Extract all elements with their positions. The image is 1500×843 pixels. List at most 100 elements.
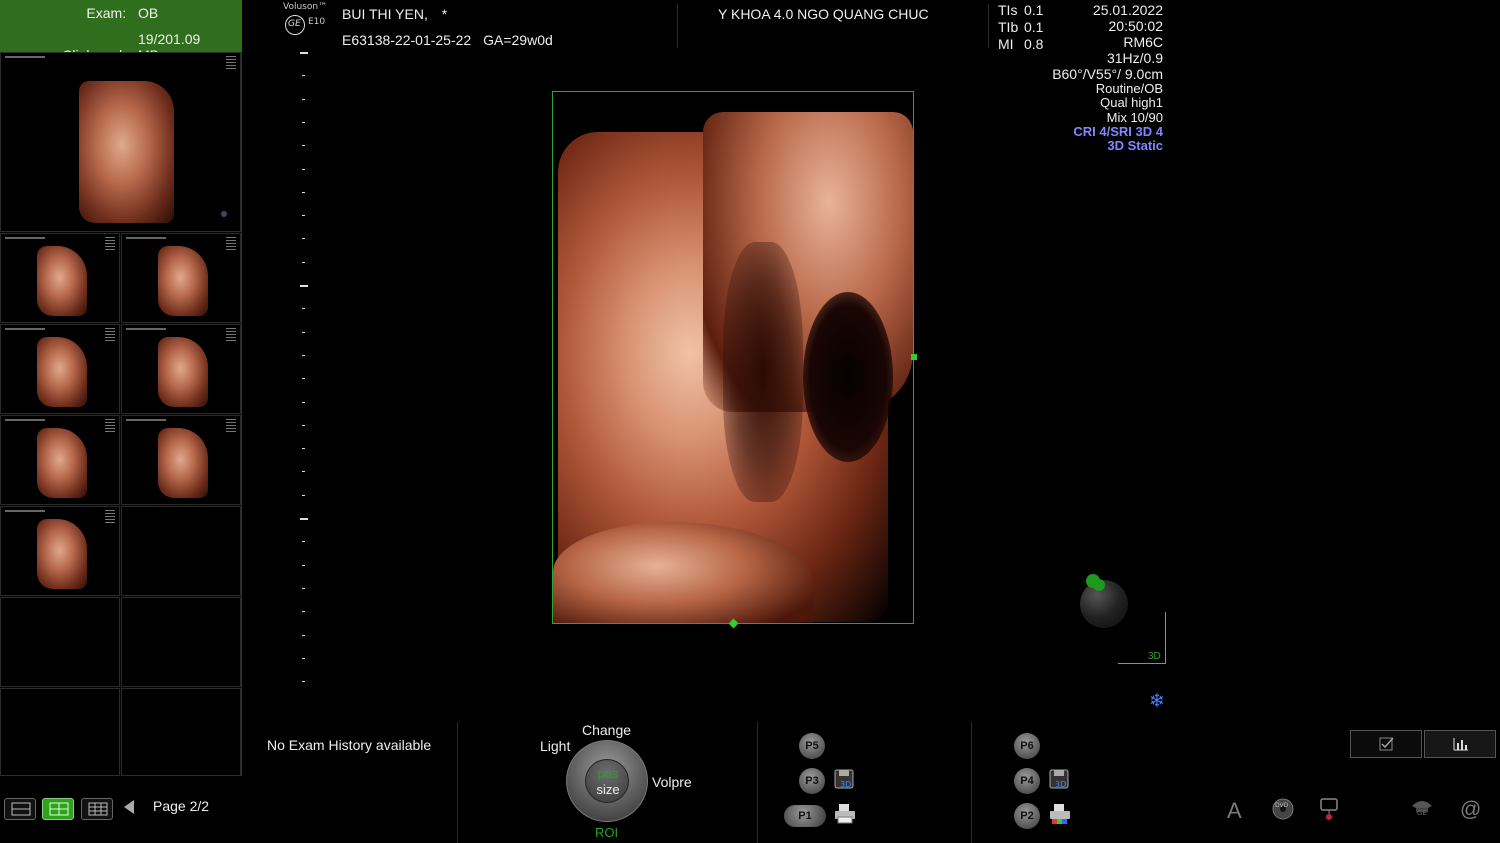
- depth-tick: [302, 261, 305, 263]
- thumb-render: [158, 246, 208, 316]
- printer-icon[interactable]: [834, 803, 856, 825]
- knob-pos-label: pos: [597, 766, 619, 781]
- cri-setting: CRI 4/SRI 3D 4: [1073, 123, 1163, 139]
- depth-tick: [302, 471, 305, 473]
- probe-name: RM6C: [1123, 34, 1163, 50]
- patient-name-text: BUI THI YEN,: [342, 6, 428, 22]
- checkbox-icon: [1379, 737, 1394, 751]
- layout-grid-button[interactable]: [81, 798, 113, 820]
- clipboard-thumbnail[interactable]: [0, 324, 120, 414]
- brand-name: Voluson™: [283, 2, 328, 12]
- exam-value: OB: [138, 5, 159, 21]
- thumb-orient-dot: [221, 211, 227, 217]
- ge-logo-icon: GE: [285, 15, 305, 35]
- clipboard-slot-empty: [0, 688, 120, 776]
- mi-row: MI 0.8: [998, 36, 1043, 53]
- p2-button[interactable]: P2: [1014, 803, 1040, 829]
- knob-top-label: Change: [582, 722, 632, 738]
- ge-service-icon[interactable]: GE: [1410, 798, 1434, 823]
- p3-button[interactable]: P3: [799, 768, 825, 794]
- patient-id-row: E63138-22-01-25-22 GA=29w0d: [342, 32, 553, 48]
- ge-service-label: GE: [1417, 810, 1428, 817]
- roi-render-box[interactable]: [552, 91, 914, 624]
- thumb-header-text: [5, 328, 45, 330]
- bottom-divider: [971, 722, 972, 843]
- depth-tick: [302, 448, 305, 450]
- clipboard-thumbnail[interactable]: [0, 233, 120, 323]
- layout-single-button[interactable]: [4, 798, 36, 820]
- thumb-header-text: [126, 419, 166, 421]
- clipboard-thumbnail[interactable]: [121, 415, 241, 505]
- svg-text:DVD: DVD: [1275, 802, 1289, 809]
- annotation-text-icon[interactable]: A: [1227, 798, 1242, 824]
- clipboard-slot-empty: [121, 506, 241, 596]
- depth-tick: [302, 401, 305, 403]
- network-monitor-icon[interactable]: [1318, 798, 1342, 827]
- render-layer: [803, 292, 893, 462]
- mix-setting: Mix 10/90: [1106, 109, 1163, 125]
- clipboard-thumbnail[interactable]: [121, 233, 241, 323]
- bottom-divider: [457, 722, 458, 843]
- preset-name: Routine/OB: [1095, 81, 1163, 96]
- p1-button[interactable]: P1: [784, 805, 826, 827]
- depth-tick: [302, 564, 305, 566]
- clipboard-thumbnail-large[interactable]: [0, 52, 241, 232]
- thumb-params-text: [105, 419, 115, 433]
- p5-button[interactable]: P5: [799, 733, 825, 759]
- p6-button[interactable]: P6: [1014, 733, 1040, 759]
- layout-quad-button[interactable]: [42, 798, 74, 820]
- depth-tick: [300, 52, 308, 54]
- thumb-params-text: [226, 237, 236, 251]
- thumb-params-text: [105, 328, 115, 342]
- tis-row: TIs 0.1: [998, 2, 1043, 19]
- thumb-render: [158, 428, 208, 498]
- thumb-params-text: [226, 419, 236, 433]
- clipboard-thumbnail[interactable]: [0, 415, 120, 505]
- depth-tick: [302, 308, 305, 310]
- save-3d-volume-icon[interactable]: 3D: [1049, 769, 1071, 791]
- dvd-icon[interactable]: DVD: [1272, 798, 1294, 825]
- freeze-snowflake-icon: ❄: [1149, 690, 1165, 712]
- roi-trackball-knob[interactable]: pos size: [566, 740, 648, 822]
- thumb-params-text: [226, 56, 236, 70]
- page-previous-icon[interactable]: [124, 800, 134, 814]
- tib-row: TIb 0.1: [998, 19, 1043, 36]
- checklist-tool-button[interactable]: [1350, 730, 1422, 758]
- depth-tick: [302, 145, 305, 147]
- header-divider: [988, 4, 989, 48]
- depth-tick: [302, 424, 305, 426]
- mi-value: 0.8: [1024, 36, 1044, 52]
- model-name: E10: [308, 17, 326, 27]
- knob-size-label: size: [596, 782, 620, 797]
- clipboard-thumbnail[interactable]: [121, 324, 241, 414]
- depth-tick: [302, 215, 305, 217]
- save-3d-volume-icon[interactable]: 3D: [834, 769, 856, 791]
- thumb-params-text: [105, 510, 115, 524]
- clipboard-header: Exam: OB Clipboard: 19/201.09 MB: [0, 0, 242, 63]
- institution-name: Y KHOA 4.0 NGO QUANG CHUC: [718, 6, 929, 22]
- icon-3d-label: 3D: [1055, 780, 1067, 789]
- knob-bottom-label: ROI: [595, 825, 619, 840]
- exam-row: Exam: OB: [86, 5, 218, 21]
- clipboard-slot-empty: [0, 597, 120, 687]
- roi-handle-right[interactable]: [911, 354, 917, 360]
- quality-setting: Qual high1: [1100, 95, 1163, 111]
- thumb-header-text: [5, 419, 45, 421]
- color-printer-icon[interactable]: [1049, 803, 1071, 825]
- knob-center[interactable]: pos size: [585, 759, 629, 803]
- tis-value: 0.1: [1024, 2, 1044, 18]
- thumb-render: [37, 519, 87, 589]
- thumb-header-text: [5, 237, 45, 239]
- thumb-render: [79, 81, 174, 223]
- frame-rate: 31Hz/0.9: [1106, 50, 1163, 66]
- clipboard-thumbnail[interactable]: [0, 506, 120, 596]
- p4-button[interactable]: P4: [1014, 768, 1040, 794]
- exam-time: 20:50:02: [1108, 18, 1164, 34]
- thumb-params-text: [226, 328, 236, 342]
- report-tool-button[interactable]: [1424, 730, 1496, 758]
- email-at-icon[interactable]: @: [1460, 798, 1481, 822]
- depth-tick: [302, 121, 305, 123]
- patient-star: *: [441, 6, 448, 22]
- layout-quad-icon: [49, 802, 69, 816]
- icon-3d-label: 3D: [840, 780, 852, 789]
